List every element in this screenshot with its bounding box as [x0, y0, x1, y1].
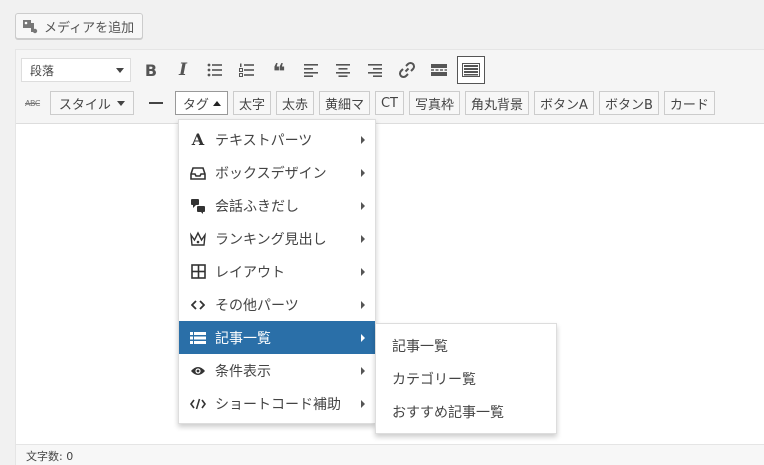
blockquote-button[interactable]: ❝ — [265, 56, 293, 84]
editor-toolbar: 段落 B I ❝ ABC スタイル タグ 太字 太赤 黄細マ CT 写真枠 角丸… — [16, 50, 764, 124]
read-more-button[interactable] — [425, 56, 453, 84]
align-left-button[interactable] — [297, 56, 325, 84]
menu-item-label: レイアウト — [215, 264, 285, 281]
submenu-item-post-list[interactable]: 記事一覧 — [376, 329, 556, 362]
align-right-button[interactable] — [361, 56, 389, 84]
horizontal-rule-icon[interactable] — [148, 102, 163, 104]
menu-item-label: 条件表示 — [215, 363, 271, 380]
menu-item-layout[interactable]: レイアウト — [179, 255, 375, 288]
quick-tag-button-b[interactable]: ボタンB — [598, 91, 659, 115]
toolbar-row-1: 段落 B I ❝ — [21, 55, 489, 85]
menu-item-label: その他パーツ — [215, 297, 299, 314]
read-more-icon — [431, 64, 447, 76]
menu-item-other-parts[interactable]: その他パーツ — [179, 288, 375, 321]
word-count: 文字数: 0 — [26, 450, 74, 463]
menu-item-label: 会話ふきだし — [215, 198, 299, 215]
post-list-submenu: 記事一覧 カテゴリー覧 おすすめ記事一覧 — [375, 323, 557, 434]
code-slash-icon — [189, 395, 207, 413]
insert-link-button[interactable] — [393, 56, 421, 84]
chevron-right-icon — [361, 268, 365, 276]
crown-icon — [189, 230, 207, 248]
submenu-item-category-list[interactable]: カテゴリー覧 — [376, 362, 556, 395]
tag-dropdown[interactable]: タグ — [174, 91, 228, 115]
align-right-icon — [368, 64, 382, 77]
italic-button[interactable]: I — [169, 56, 197, 84]
menu-item-speech-bubble[interactable]: 会話ふきだし — [179, 189, 375, 222]
format-select[interactable]: 段落 — [21, 58, 131, 82]
bold-button[interactable]: B — [137, 56, 165, 84]
quick-tag-bold-red[interactable]: 太赤 — [275, 91, 314, 115]
chevron-right-icon — [361, 301, 365, 309]
menu-item-ranking-heading[interactable]: ランキング見出し — [179, 222, 375, 255]
align-center-button[interactable] — [329, 56, 357, 84]
menu-item-box-design[interactable]: ボックスデザイン — [179, 156, 375, 189]
bullet-list-button[interactable] — [201, 56, 229, 84]
chevron-right-icon — [361, 400, 365, 408]
link-icon — [398, 61, 416, 79]
code-brackets-icon — [189, 296, 207, 314]
chevron-right-icon — [361, 367, 365, 375]
style-dropdown[interactable]: スタイル — [49, 91, 134, 115]
menu-item-text-parts[interactable]: A テキストパーツ — [179, 123, 375, 156]
quick-tag-rounded-bg[interactable]: 角丸背景 — [465, 91, 530, 115]
blockquote-icon: ❝ — [272, 60, 286, 85]
menu-item-shortcode-helper[interactable]: ショートコード補助 — [179, 387, 375, 420]
chevron-right-icon — [361, 334, 365, 342]
eye-icon — [189, 362, 207, 380]
toolbar-row-2: ABC スタイル タグ 太字 太赤 黄細マ CT 写真枠 角丸背景 ボタンA ボ… — [21, 88, 720, 118]
tag-menu: A テキストパーツ ボックスデザイン 会話ふきだし ランキング見出し レイアウト… — [178, 119, 376, 424]
chevron-right-icon — [361, 202, 365, 210]
strikethrough-icon[interactable]: ABC — [25, 99, 40, 108]
submenu-item-recommended-list[interactable]: おすすめ記事一覧 — [376, 395, 556, 428]
quick-tag-bold[interactable]: 太字 — [232, 91, 271, 115]
keyboard-icon — [462, 63, 480, 77]
chevron-down-icon — [116, 100, 125, 106]
chevron-down-icon — [116, 67, 124, 73]
align-center-icon — [336, 64, 350, 77]
menu-item-label: ショートコード補助 — [215, 396, 341, 413]
italic-icon: I — [179, 60, 187, 80]
chevron-up-icon — [212, 100, 221, 106]
speech-bubbles-icon — [189, 197, 207, 215]
tag-label: タグ — [182, 97, 209, 113]
menu-item-label: ランキング見出し — [215, 231, 327, 248]
menu-item-label: ボックスデザイン — [215, 165, 327, 182]
quick-tag-card[interactable]: カード — [663, 91, 715, 115]
add-media-button[interactable]: メディアを追加 — [15, 13, 144, 39]
align-left-icon — [304, 64, 318, 77]
menu-item-post-list[interactable]: 記事一覧 — [179, 321, 375, 354]
inbox-icon — [189, 164, 207, 182]
style-label: スタイル — [58, 97, 111, 113]
media-icon — [22, 18, 40, 34]
list-icon — [189, 329, 207, 347]
chevron-right-icon — [361, 235, 365, 243]
chevron-right-icon — [361, 136, 365, 144]
status-bar: 文字数: 0 — [16, 444, 764, 465]
quick-tag-button-a[interactable]: ボタンA — [534, 91, 594, 115]
editor-screen: メディアを追加 段落 B I ❝ ABC スタイル タグ 太字 太赤 黄細マ C… — [0, 0, 764, 465]
bold-icon: B — [144, 60, 158, 80]
add-media-label: メディアを追加 — [44, 20, 135, 36]
quick-tag-photo-frame[interactable]: 写真枠 — [409, 91, 461, 115]
menu-item-label: テキストパーツ — [215, 132, 313, 149]
font-icon: A — [191, 130, 205, 149]
numbered-list-icon — [239, 63, 254, 77]
menu-item-label: 記事一覧 — [215, 330, 271, 347]
quick-tag-yellow-marker[interactable]: 黄細マ — [318, 91, 370, 115]
menu-item-conditional-display[interactable]: 条件表示 — [179, 354, 375, 387]
bullet-list-icon — [207, 63, 222, 77]
grid-icon — [189, 263, 207, 281]
format-select-value: 段落 — [30, 63, 55, 78]
toolbar-toggle-button[interactable] — [457, 56, 485, 84]
numbered-list-button[interactable] — [233, 56, 261, 84]
quick-tag-ct[interactable]: CT — [374, 91, 405, 115]
chevron-right-icon — [361, 169, 365, 177]
